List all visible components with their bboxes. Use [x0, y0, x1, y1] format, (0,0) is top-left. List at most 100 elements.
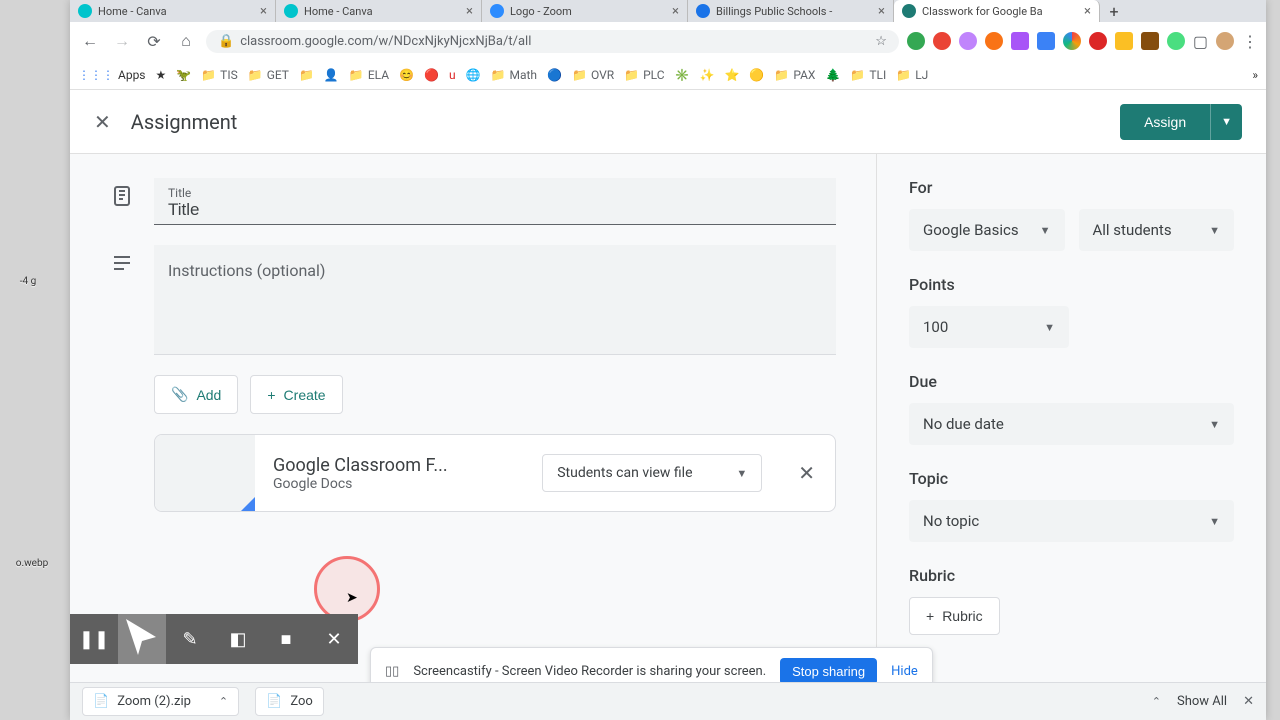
menu-icon[interactable]: ⋮ [1242, 32, 1258, 51]
hide-banner-button[interactable]: Hide [891, 664, 918, 679]
bookmark-item[interactable]: 🌐 [466, 68, 481, 82]
pause-button[interactable]: ❚❚ [70, 614, 118, 664]
cast-icon[interactable]: ▢ [1193, 32, 1208, 51]
pointer-button[interactable] [118, 614, 166, 664]
ext-icon[interactable] [1037, 32, 1055, 50]
bookmark-folder[interactable]: 📁 LJ [896, 68, 928, 82]
content-area: ✕ Assignment Assign ▼ Title [70, 90, 1266, 720]
tab-classroom[interactable]: Classwork for Google Ba× [894, 0, 1100, 22]
stop-sharing-button[interactable]: Stop sharing [780, 658, 877, 685]
attachment-type: Google Docs [273, 476, 524, 492]
close-icon[interactable]: × [1084, 4, 1091, 19]
bookmark-item[interactable]: 😊 [399, 68, 414, 82]
assignment-icon [110, 184, 134, 208]
ext-icon[interactable] [933, 32, 951, 50]
home-button[interactable]: ⌂ [174, 29, 198, 53]
points-dropdown[interactable]: 100▼ [909, 306, 1069, 348]
pen-button[interactable]: ✎ [166, 614, 214, 664]
apps-button[interactable]: ⋮⋮⋮Apps [78, 68, 146, 82]
due-date-dropdown[interactable]: No due date▼ [909, 403, 1234, 445]
ext-icon[interactable] [959, 32, 977, 50]
ext-icon[interactable] [1063, 32, 1081, 50]
file-icon: 📄 [266, 694, 282, 709]
bookmark-item[interactable]: ✨ [700, 68, 715, 82]
class-dropdown[interactable]: Google Basics▼ [909, 209, 1065, 251]
address-bar: ← → ⟳ ⌂ 🔒 classroom.google.com/w/NDcxNjk… [70, 22, 1266, 60]
add-button[interactable]: 📎Add [154, 375, 238, 414]
rubric-button[interactable]: +Rubric [909, 597, 1000, 635]
attachment-thumbnail[interactable] [155, 435, 255, 511]
bookmark-item[interactable]: 🌲 [825, 68, 840, 82]
bookmark-item[interactable]: 🔴 [424, 68, 439, 82]
new-tab-button[interactable]: + [1100, 0, 1128, 22]
bookmark-overflow[interactable]: » [1252, 68, 1258, 82]
bookmark-folder[interactable]: 📁 TLI [850, 68, 886, 82]
bookmark-item[interactable]: u [449, 68, 456, 82]
bookmark-folder[interactable]: 📁 ELA [349, 68, 389, 82]
ext-icon[interactable] [1167, 32, 1185, 50]
students-dropdown[interactable]: All students▼ [1079, 209, 1235, 251]
download-item[interactable]: 📄 Zoom (2).zip ⌃ [82, 687, 239, 716]
bookmark-folder[interactable]: 📁 PAX [774, 68, 815, 82]
bookmark-item[interactable]: 🟡 [749, 68, 764, 82]
bookmark-folder[interactable]: 📁 GET [248, 68, 289, 82]
title-input[interactable] [168, 200, 822, 220]
url-input[interactable]: 🔒 classroom.google.com/w/NDcxNjkyNjcxNjB… [206, 30, 899, 53]
bookmark-folder[interactable]: 📁 Math [491, 68, 538, 82]
attachment-remove-button[interactable]: ✕ [778, 461, 835, 485]
bookmark-item[interactable]: 🔵 [547, 68, 562, 82]
eraser-button[interactable]: ◧ [214, 614, 262, 664]
bookmark-item[interactable]: 📁 [299, 68, 314, 82]
browser-window: Home - Canva× Home - Canva× Logo - Zoom×… [70, 0, 1266, 720]
favicon-icon [696, 4, 710, 18]
chevron-up-icon[interactable]: ⌃ [1152, 695, 1161, 708]
attachment-title[interactable]: Google Classroom F... [273, 455, 524, 476]
avatar[interactable] [1216, 32, 1234, 50]
close-icon[interactable]: × [878, 4, 885, 19]
close-icon[interactable]: × [466, 4, 473, 19]
ext-icon[interactable] [985, 32, 1003, 50]
bookmark-folder[interactable]: 📁 TIS [201, 68, 238, 82]
attachment-icon: 📎 [171, 386, 188, 403]
download-item[interactable]: 📄 Zoo [255, 687, 324, 716]
bookmark-star[interactable]: ★ [156, 68, 167, 82]
close-icon[interactable]: × [672, 4, 679, 19]
star-icon[interactable]: ☆ [875, 34, 887, 49]
instructions-input[interactable]: Instructions (optional) [154, 245, 836, 355]
chevron-up-icon[interactable]: ⌃ [219, 695, 228, 708]
points-label: Points [909, 275, 1234, 294]
tab-zoom[interactable]: Logo - Zoom× [482, 0, 688, 22]
bookmark-folder[interactable]: 📁 PLC [624, 68, 664, 82]
assign-dropdown[interactable]: ▼ [1210, 104, 1242, 140]
share-icon: ▯▯ [385, 664, 399, 679]
close-icon[interactable]: × [260, 4, 267, 19]
camera-button[interactable]: ■ [262, 614, 310, 664]
ext-icon[interactable] [1141, 32, 1159, 50]
bookmark-item[interactable]: 👤 [324, 68, 339, 82]
topic-dropdown[interactable]: No topic▼ [909, 500, 1234, 542]
bookmark-item[interactable]: 🦖 [176, 68, 191, 82]
ext-icon[interactable] [1011, 32, 1029, 50]
create-button[interactable]: +Create [250, 375, 342, 414]
favicon-icon [284, 4, 298, 18]
bookmark-item[interactable]: ⭐ [724, 68, 739, 82]
tab-canva-2[interactable]: Home - Canva× [276, 0, 482, 22]
close-toolbar-button[interactable]: ✕ [310, 614, 358, 664]
show-all-button[interactable]: Show All [1177, 694, 1227, 709]
back-button[interactable]: ← [78, 29, 102, 53]
close-assignment-button[interactable]: ✕ [94, 110, 111, 134]
reload-button[interactable]: ⟳ [142, 29, 166, 53]
title-field[interactable]: Title [154, 178, 836, 225]
ext-icon[interactable] [1089, 32, 1107, 50]
tab-billings[interactable]: Billings Public Schools -× [688, 0, 894, 22]
attachment-permission-dropdown[interactable]: Students can view file▼ [542, 454, 762, 492]
close-download-bar[interactable]: ✕ [1243, 694, 1254, 709]
tab-canva-1[interactable]: Home - Canva× [70, 0, 276, 22]
assign-button[interactable]: Assign [1120, 104, 1210, 140]
forward-button[interactable]: → [110, 29, 134, 53]
ext-icon[interactable] [1115, 32, 1133, 50]
attachment-card: Google Classroom F... Google Docs Studen… [154, 434, 836, 512]
bookmark-folder[interactable]: 📁 OVR [572, 68, 614, 82]
bookmark-item[interactable]: ✳️ [675, 68, 690, 82]
ext-icon[interactable] [907, 32, 925, 50]
